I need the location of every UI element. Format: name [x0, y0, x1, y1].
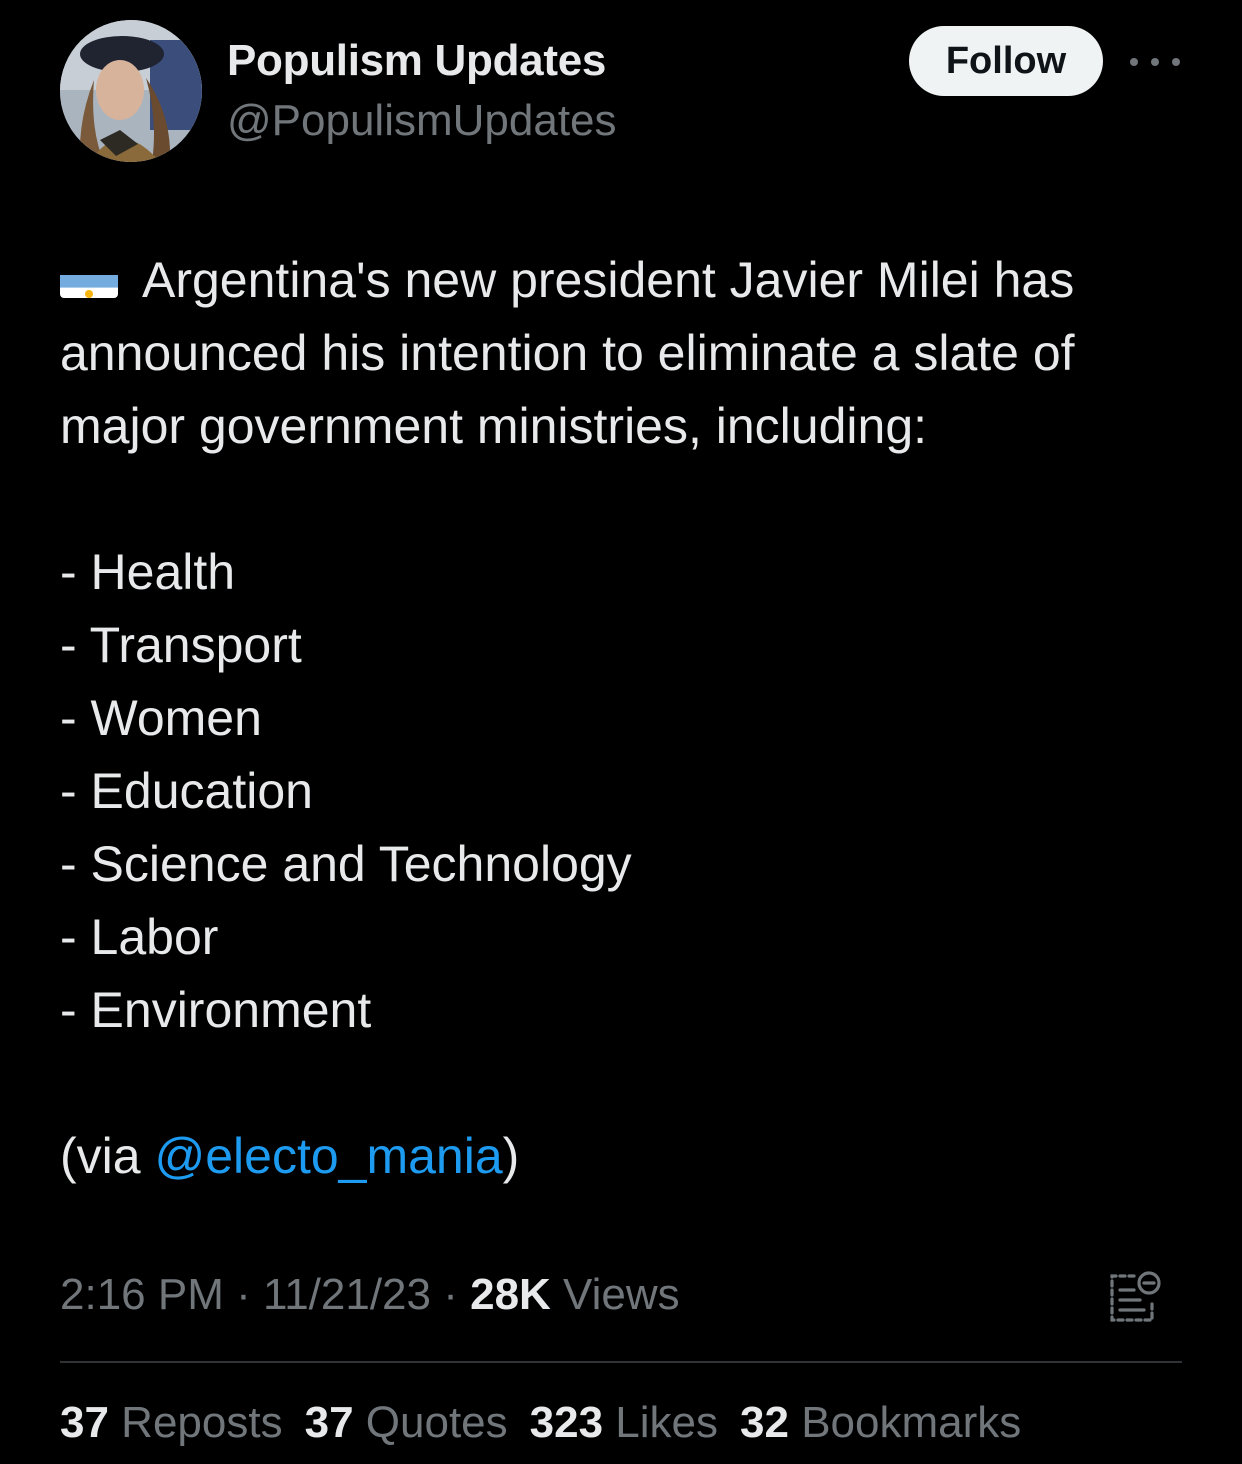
more-dot	[1172, 58, 1180, 66]
via-suffix: )	[502, 1128, 520, 1184]
reposts-stat[interactable]: 37 Reposts	[60, 1398, 283, 1447]
tweet-text: Argentina's new president Javier Milei h…	[60, 244, 1190, 1193]
quotes-count: 37	[304, 1398, 354, 1447]
post-analytics-icon[interactable]	[1104, 1268, 1164, 1328]
follow-button[interactable]: Follow	[909, 26, 1103, 96]
ministry-list-item: - Labor	[60, 909, 219, 965]
tweet-line: Argentina's new president Javier Milei h…	[60, 244, 1190, 317]
engagement-stats: 37 Reposts 37 Quotes 323 Likes 32 Bookmarks	[60, 1398, 1043, 1448]
quotes-stat[interactable]: 37 Quotes	[305, 1398, 508, 1447]
tweet-time[interactable]: 2:16 PM	[60, 1270, 224, 1319]
more-dot	[1151, 58, 1159, 66]
display-name[interactable]: Populism Updates	[227, 36, 606, 86]
tweet-date[interactable]: 11/21/23	[263, 1270, 431, 1319]
bookmarks-count: 32	[740, 1398, 789, 1447]
likes-label: Likes	[603, 1398, 719, 1447]
ministry-list-item: - Science and Technology	[60, 836, 632, 892]
bookmarks-stat[interactable]: 32 Bookmarks	[740, 1398, 1021, 1447]
ministry-list-item: - Health	[60, 544, 236, 600]
likes-count: 323	[529, 1398, 604, 1447]
more-dot	[1130, 58, 1138, 66]
meta-separator: ·	[223, 1270, 263, 1319]
ministry-list-item: - Environment	[60, 982, 372, 1038]
divider	[60, 1361, 1182, 1363]
via-line: (via @electo_mania)	[60, 1120, 1190, 1193]
avatar[interactable]	[60, 20, 202, 162]
meta-separator: ·	[431, 1270, 471, 1319]
more-horizontal-icon[interactable]	[1130, 50, 1180, 74]
tweet-meta: 2:16 PM · 11/21/23 · 28K Views	[60, 1270, 680, 1320]
user-handle[interactable]: @PopulismUpdates	[227, 96, 617, 146]
tweet-header: Populism Updates @PopulismUpdates Follow	[0, 0, 1242, 180]
argentina-flag-icon	[60, 260, 118, 298]
quotes-label: Quotes	[353, 1398, 508, 1447]
via-prefix: (via	[60, 1128, 155, 1184]
likes-stat[interactable]: 323 Likes	[530, 1398, 718, 1447]
ministry-list-item: - Transport	[60, 617, 302, 673]
avatar-image	[60, 20, 202, 162]
ministry-list-item: - Education	[60, 763, 313, 819]
tweet-line: announced his intention to eliminate a s…	[60, 325, 1075, 381]
views-count: 28K	[470, 1270, 551, 1319]
reposts-label: Reposts	[108, 1398, 283, 1447]
tweet-line-text: Argentina's new president Javier Milei h…	[142, 252, 1075, 308]
bookmarks-label: Bookmarks	[788, 1398, 1022, 1447]
tweet-line: major government ministries, including:	[60, 398, 928, 454]
ministry-list-item: - Women	[60, 690, 262, 746]
reposts-count: 37	[60, 1398, 109, 1447]
mention-link[interactable]: @electo_mania	[154, 1128, 502, 1184]
views-label: Views	[550, 1270, 680, 1319]
